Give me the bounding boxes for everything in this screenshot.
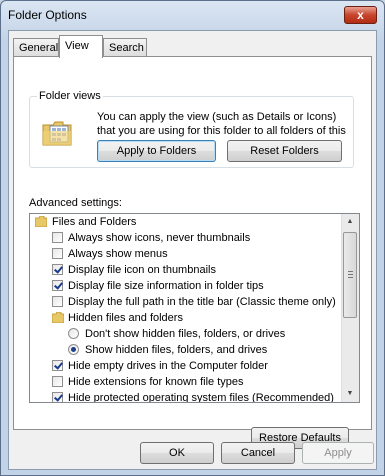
reset-folders-button[interactable]: Reset Folders — [227, 140, 342, 162]
checkbox[interactable] — [52, 376, 63, 387]
checkbox[interactable] — [52, 264, 63, 275]
checkbox[interactable] — [52, 280, 63, 291]
list-item-label: Hide empty drives in the Computer folder — [68, 360, 268, 372]
advanced-settings-label: Advanced settings: — [29, 197, 122, 209]
vertical-scrollbar[interactable]: ▲ ▼ — [341, 214, 359, 402]
list-item-label: Hide protected operating system files (R… — [68, 392, 334, 403]
list-item-label: Always show icons, never thumbnails — [68, 232, 251, 244]
list-item-label: Hidden files and folders — [68, 312, 183, 324]
list-item-label: Display file size information in folder … — [68, 280, 264, 292]
folder-views-icon — [42, 121, 72, 146]
checkbox[interactable] — [52, 392, 63, 402]
grip-line — [348, 274, 353, 275]
folder-views-label: Folder views — [37, 90, 103, 102]
close-icon: x — [357, 8, 364, 22]
checkbox[interactable] — [52, 360, 63, 371]
list-item-label: Display the full path in the title bar (… — [68, 296, 336, 308]
scroll-up-arrow-icon[interactable]: ▲ — [342, 214, 358, 230]
list-item-label: Files and Folders — [52, 216, 137, 228]
list-item-label: Display file icon on thumbnails — [68, 264, 216, 276]
view-tab-panel: Folder views You can apply the view (suc… — [13, 56, 372, 449]
folder-views-group: Folder views You can apply the view (suc… — [29, 90, 354, 168]
checkbox[interactable] — [52, 232, 63, 243]
folder-options-window: Folder Options x General View Search Fol… — [0, 0, 385, 476]
checkbox[interactable] — [52, 248, 63, 259]
tab-general[interactable]: General — [13, 38, 59, 57]
advanced-settings-list[interactable]: Files and Folders Always show icons, nev… — [29, 213, 360, 403]
apply-to-folders-button[interactable]: Apply to Folders — [97, 140, 216, 162]
apply-button[interactable]: Apply — [302, 442, 374, 464]
close-button[interactable]: x — [344, 6, 377, 24]
tab-search[interactable]: Search — [103, 38, 147, 57]
folder-icon — [52, 312, 64, 323]
list-item-label: Don't show hidden files, folders, or dri… — [85, 328, 286, 340]
grip-line — [348, 271, 353, 272]
list-item-label: Show hidden files, folders, and drives — [85, 344, 268, 356]
scroll-down-arrow-icon[interactable]: ▼ — [342, 386, 358, 402]
title-bar[interactable]: Folder Options x — [1, 1, 384, 31]
window-title: Folder Options — [8, 8, 87, 22]
cancel-button[interactable]: Cancel — [221, 442, 295, 464]
dialog-client: General View Search Folder views You can… — [8, 30, 377, 470]
tab-view[interactable]: View — [59, 35, 103, 58]
folder-icon — [35, 216, 47, 227]
list-item-label: Always show menus — [68, 248, 168, 260]
scrollbar-thumb[interactable] — [343, 232, 357, 318]
grip-line — [348, 277, 353, 278]
ok-button[interactable]: OK — [140, 442, 214, 464]
radio-button[interactable] — [68, 328, 79, 339]
checkbox[interactable] — [52, 296, 63, 307]
list-item-label: Hide extensions for known file types — [68, 376, 244, 388]
radio-button[interactable] — [68, 344, 79, 355]
